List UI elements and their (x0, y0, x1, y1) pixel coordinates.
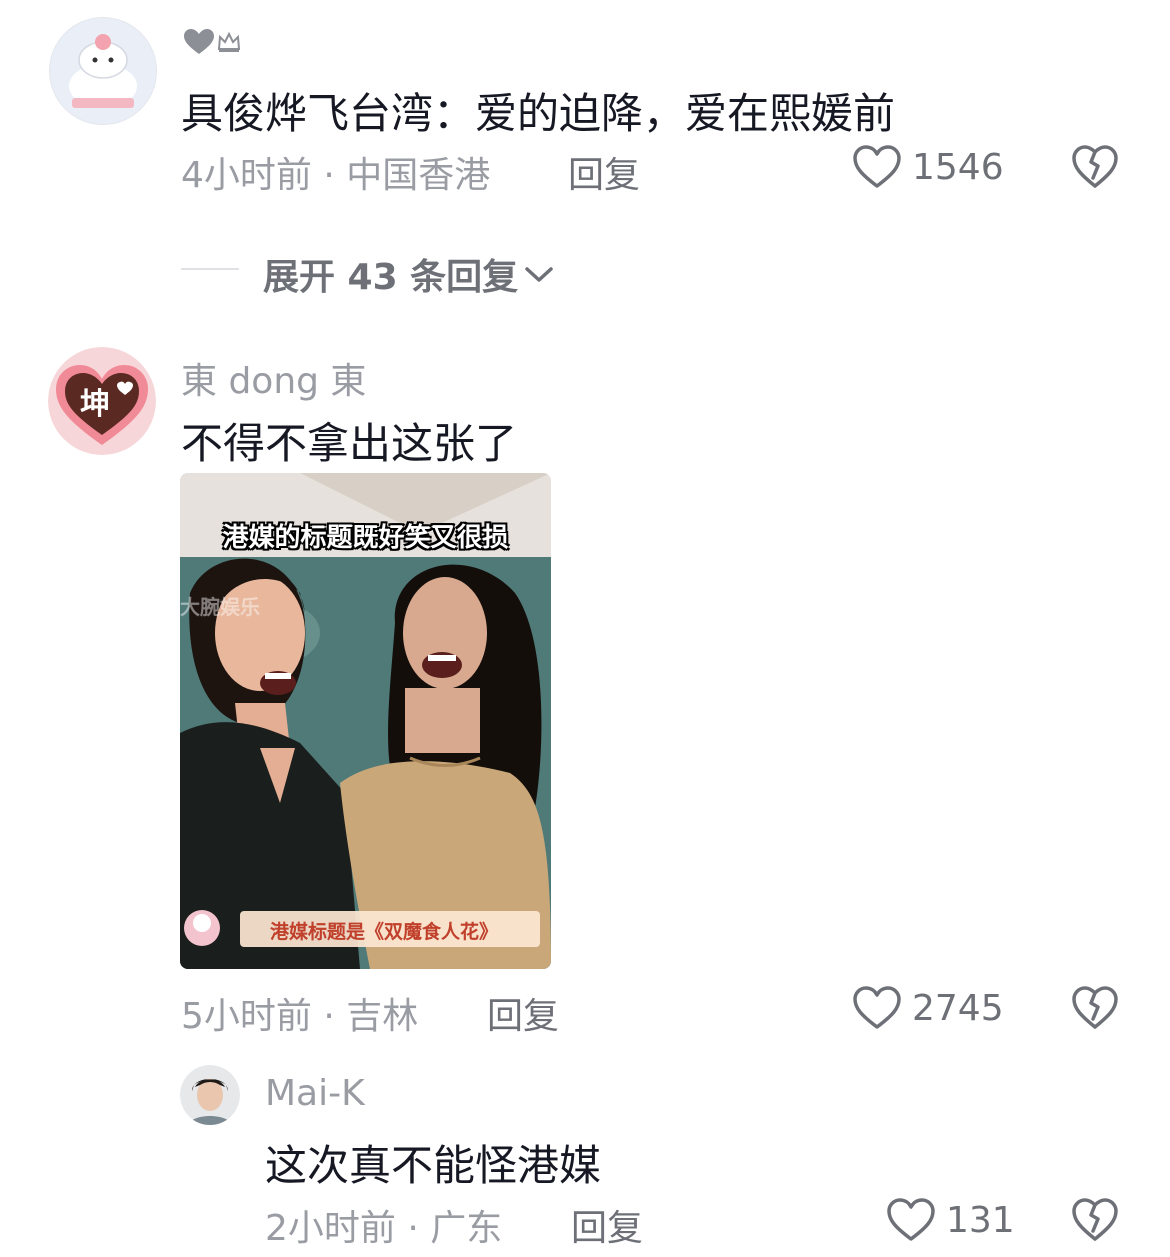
crown-badge-icon (217, 31, 241, 53)
avatar[interactable] (49, 17, 157, 125)
like-button[interactable]: 1546 (852, 144, 1004, 190)
like-button[interactable]: 2745 (852, 985, 1004, 1031)
heart-outline-icon (852, 985, 902, 1031)
like-button[interactable]: 131 (886, 1197, 1015, 1243)
like-count: 1546 (912, 146, 1004, 188)
chevron-down-icon (524, 264, 554, 284)
like-count: 2745 (912, 987, 1004, 1029)
comment-image[interactable]: 港媒的标题既好笑又很损 大腕娱乐 港媒标题是《双魔食人花》 (180, 473, 551, 969)
comment-meta: 2小时前 · 广东 (265, 1208, 503, 1249)
avatar[interactable]: 坤 (48, 347, 156, 455)
comment-meta: 5小时前 · 吉林 (181, 996, 419, 1037)
reply-button[interactable]: 回复 (571, 1199, 643, 1251)
expand-divider (181, 268, 239, 270)
image-top-caption: 港媒的标题既好笑又很损 (222, 523, 509, 553)
like-count: 131 (946, 1199, 1015, 1241)
expand-replies-label: 展开 43 条回复 (263, 257, 519, 298)
heart-outline-icon (886, 1197, 936, 1243)
username[interactable]: 東 dong 東 (181, 352, 366, 404)
comment-meta: 4小时前 · 中国香港 (181, 155, 491, 196)
reply-button[interactable]: 回复 (568, 146, 640, 198)
expand-replies-button[interactable]: 展开 43 条回复 (263, 248, 554, 300)
username[interactable]: Mai-K (265, 1073, 365, 1114)
dislike-heart-icon[interactable] (1071, 144, 1119, 190)
reply-button[interactable]: 回复 (487, 987, 559, 1039)
dislike-heart-icon[interactable] (1071, 985, 1119, 1031)
comment-text: 这次真不能怪港媒 (265, 1141, 602, 1190)
comment-text: 不得不拿出这张了 (181, 419, 518, 468)
image-bottom-caption: 港媒标题是《双魔食人花》 (270, 921, 499, 943)
heart-outline-icon (852, 144, 902, 190)
dislike-heart-icon[interactable] (1071, 1197, 1119, 1243)
image-watermark: 大腕娱乐 (180, 595, 260, 619)
heart-badge-icon (183, 28, 215, 56)
avatar[interactable] (180, 1065, 240, 1125)
comment-text: 具俊烨飞台湾：爱的迫降，爱在熙媛前 (181, 89, 896, 138)
avatar-label: 坤 (80, 387, 110, 422)
